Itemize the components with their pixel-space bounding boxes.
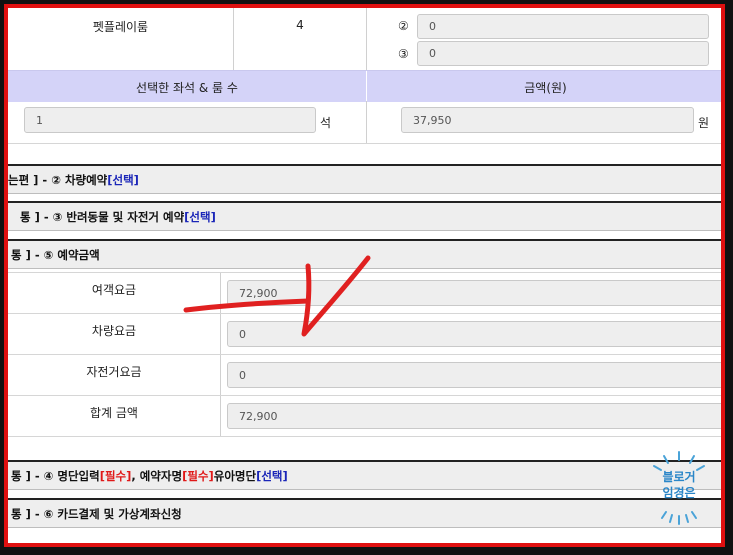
screenshot-frame: 펫플레이룸 4 ② 0 ③ 0 선택한 좌석 & 룸 수 금액(원) 1 석 3… <box>4 4 725 547</box>
checkmark-annotation <box>183 255 371 337</box>
blogger-watermark: 블로거 임경은 <box>644 448 714 528</box>
watermark-line-1: 블로거 <box>662 470 696 484</box>
watermark-line-2: 임경은 <box>662 486 696 500</box>
